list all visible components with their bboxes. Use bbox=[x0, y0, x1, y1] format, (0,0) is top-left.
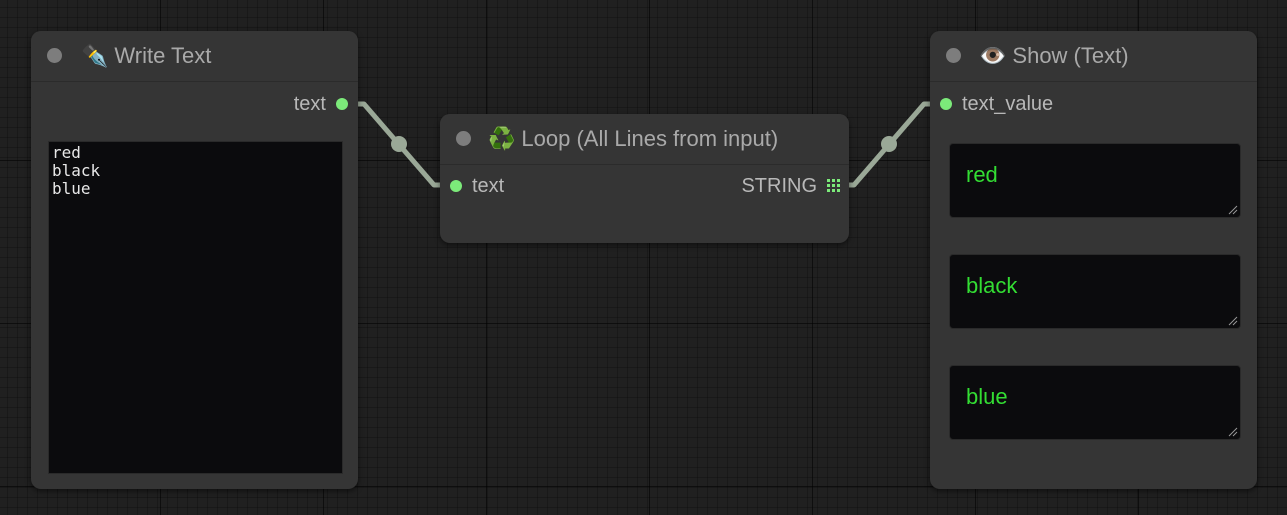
node-title-bar[interactable]: ✒️ Write Text bbox=[31, 31, 358, 82]
input-port-text[interactable]: text bbox=[440, 174, 560, 198]
input-port-text-value[interactable]: text_value bbox=[930, 92, 1130, 116]
list-output-icon[interactable] bbox=[827, 179, 840, 192]
output-text-value: blue bbox=[966, 384, 1008, 409]
resize-grip-icon[interactable] bbox=[1228, 427, 1238, 437]
input-label: text_value bbox=[962, 93, 1054, 115]
collapse-toggle[interactable] bbox=[456, 131, 471, 146]
collapse-toggle[interactable] bbox=[47, 48, 62, 63]
loop-node[interactable]: ♻️ Loop (All Lines from input) text STRIN… bbox=[440, 114, 849, 243]
collapse-toggle[interactable] bbox=[946, 48, 961, 63]
output-label: STRING bbox=[741, 175, 817, 197]
node-title-bar[interactable]: 👁️ Show (Text) bbox=[930, 31, 1257, 82]
input-label: text bbox=[472, 175, 505, 197]
node-title: Loop (All Lines from input) bbox=[521, 126, 779, 151]
output-label: text bbox=[293, 93, 326, 115]
output-port-string[interactable]: STRING bbox=[689, 174, 849, 198]
eye-icon: 👁️ bbox=[979, 43, 1007, 68]
output-text-value: black bbox=[966, 273, 1018, 298]
pen-nib-icon: ✒️ bbox=[81, 43, 109, 68]
node-title: Show (Text) bbox=[1012, 43, 1129, 68]
output-text-box[interactable]: black bbox=[949, 254, 1241, 329]
node-title-bar[interactable]: ♻️ Loop (All Lines from input) bbox=[440, 114, 849, 165]
output-port-text[interactable]: text bbox=[231, 92, 358, 116]
output-text-box[interactable]: blue bbox=[949, 365, 1241, 440]
text-input-area[interactable]: red black blue bbox=[48, 141, 343, 474]
output-text-value: red bbox=[966, 162, 998, 187]
output-text-box[interactable]: red bbox=[949, 143, 1241, 218]
resize-grip-icon[interactable] bbox=[1228, 205, 1238, 215]
write-text-node[interactable]: ✒️ Write Text text red black blue bbox=[31, 31, 358, 489]
link-midpoint-loop-show[interactable] bbox=[881, 136, 897, 152]
show-text-node[interactable]: 👁️ Show (Text) text_value red black blue bbox=[930, 31, 1257, 489]
output-dot[interactable] bbox=[336, 98, 348, 110]
input-dot[interactable] bbox=[450, 180, 462, 192]
resize-grip-icon[interactable] bbox=[1228, 316, 1238, 326]
recycle-icon: ♻️ bbox=[488, 126, 516, 151]
link-midpoint-write-loop[interactable] bbox=[391, 136, 407, 152]
input-dot[interactable] bbox=[940, 98, 952, 110]
node-title: Write Text bbox=[114, 43, 212, 68]
